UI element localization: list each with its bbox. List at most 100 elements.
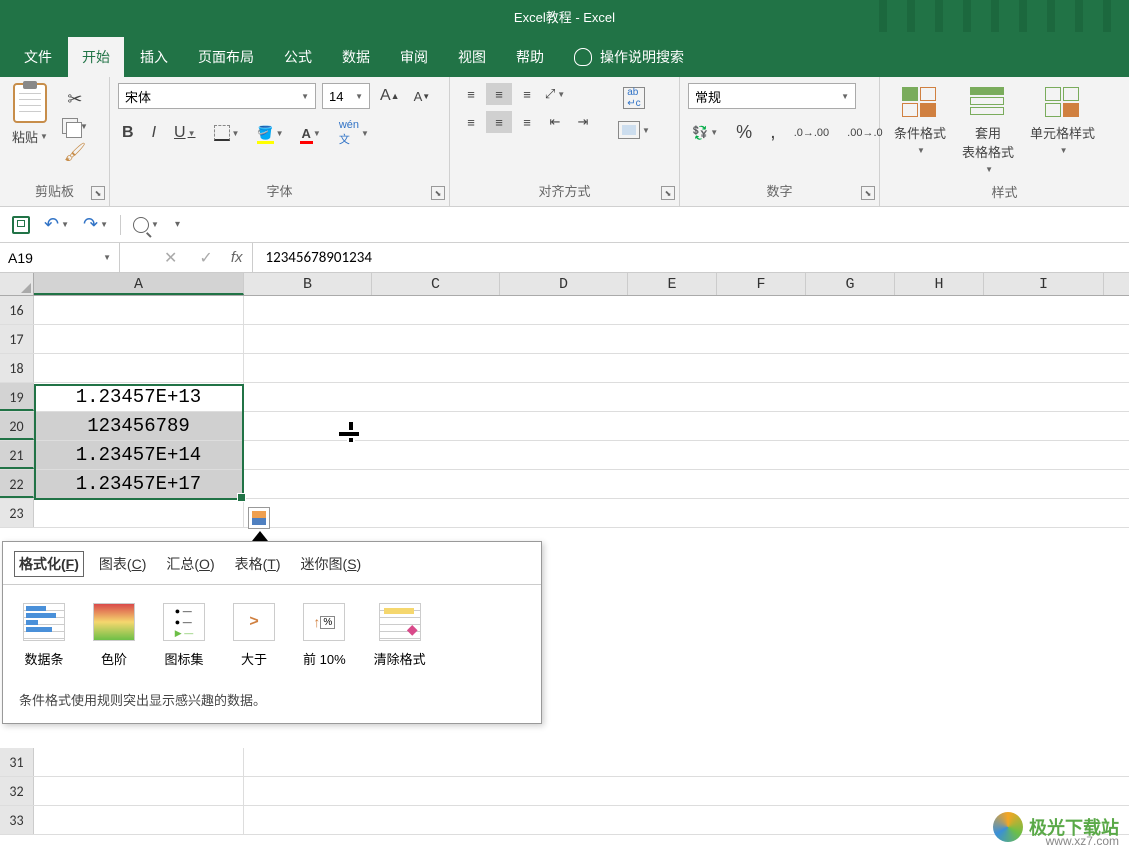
col-header-B[interactable]: B xyxy=(244,273,372,295)
cell-A21[interactable]: 1.23457E+14 xyxy=(34,441,244,469)
menu-data[interactable]: 数据 xyxy=(328,37,384,77)
qa-option-databars[interactable]: 数据条 xyxy=(23,603,65,668)
qa-option-iconset[interactable]: ● —● —▶ — 图标集 xyxy=(163,603,205,668)
print-preview-button[interactable]: ▼ xyxy=(131,215,161,235)
alignment-launcher[interactable]: ⬊ xyxy=(661,186,675,200)
menu-tell-me[interactable]: 操作说明搜索 xyxy=(560,37,698,77)
qa-option-clear[interactable]: ◆ 清除格式 xyxy=(374,603,426,668)
font-size-select[interactable]: 14▼ xyxy=(322,83,370,109)
save-button[interactable] xyxy=(10,214,32,236)
menu-review[interactable]: 审阅 xyxy=(386,37,442,77)
row-header[interactable]: 21 xyxy=(0,441,34,469)
align-middle-button[interactable]: ≡ xyxy=(486,83,512,105)
menu-view[interactable]: 视图 xyxy=(444,37,500,77)
row-header[interactable]: 32 xyxy=(0,777,34,805)
cell-A20[interactable]: 123456789 xyxy=(34,412,244,440)
decrease-font-button[interactable]: A▼ xyxy=(410,87,435,106)
select-all-corner[interactable] xyxy=(0,273,34,295)
cell[interactable] xyxy=(34,777,244,805)
qat-customize-button[interactable]: ▾ xyxy=(171,217,182,232)
row-header[interactable]: 20 xyxy=(0,412,34,440)
increase-indent-button[interactable]: ⇥ xyxy=(570,111,596,133)
row-header[interactable]: 33 xyxy=(0,806,34,834)
qa-tab-tables[interactable]: 表格(T)表格(T) xyxy=(235,554,281,574)
qa-option-top10[interactable]: ↑% 前 10% xyxy=(303,603,346,668)
qa-tab-totals[interactable]: 汇总(O)汇总(O) xyxy=(166,554,214,574)
menu-formulas[interactable]: 公式 xyxy=(270,37,326,77)
orientation-button[interactable]: ⤢▼ xyxy=(542,83,568,105)
col-header-F[interactable]: F xyxy=(717,273,806,295)
col-header-D[interactable]: D xyxy=(500,273,628,295)
menu-file[interactable]: 文件 xyxy=(10,37,66,77)
format-painter-button[interactable]: 🖌 xyxy=(58,140,92,165)
phonetic-button[interactable]: wén文▼ xyxy=(335,117,373,149)
formula-input[interactable]: 12345678901234 xyxy=(253,249,1129,267)
qa-tab-formatting[interactable]: 格式化(F)格式化(F) xyxy=(14,551,84,577)
decrease-indent-button[interactable]: ⇤ xyxy=(542,111,568,133)
align-bottom-button[interactable]: ≡ xyxy=(514,83,540,105)
align-left-button[interactable]: ≡ xyxy=(458,111,484,133)
copy-button[interactable]: ▼ xyxy=(58,116,92,136)
cell[interactable] xyxy=(34,499,244,527)
cell-styles-button[interactable]: 单元格样式▼ xyxy=(1024,83,1101,159)
number-launcher[interactable]: ⬊ xyxy=(861,186,875,200)
percent-button[interactable]: % xyxy=(732,120,756,145)
align-right-button[interactable]: ≡ xyxy=(514,111,540,133)
col-header-C[interactable]: C xyxy=(372,273,500,295)
spreadsheet-grid[interactable]: A B C D E F G H I 16 17 18 191.23457E+13… xyxy=(0,273,1129,835)
font-launcher[interactable]: ⬊ xyxy=(431,186,445,200)
menu-help[interactable]: 帮助 xyxy=(502,37,558,77)
redo-button[interactable]: ↷▼ xyxy=(81,212,110,237)
font-name-select[interactable]: 宋体▼ xyxy=(118,83,316,109)
col-header-I[interactable]: I xyxy=(984,273,1104,295)
paste-button[interactable]: 粘贴▼ xyxy=(8,125,52,148)
cell[interactable] xyxy=(34,354,244,382)
comma-button[interactable]: , xyxy=(766,119,780,146)
enter-formula-button[interactable]: ✓ xyxy=(195,246,216,270)
currency-button[interactable]: 💱▼ xyxy=(688,123,722,143)
row-header[interactable]: 22 xyxy=(0,470,34,498)
col-header-E[interactable]: E xyxy=(628,273,717,295)
cell[interactable] xyxy=(34,296,244,324)
row-header[interactable]: 18 xyxy=(0,354,34,382)
menu-insert[interactable]: 插入 xyxy=(126,37,182,77)
cell[interactable] xyxy=(34,325,244,353)
cell[interactable] xyxy=(34,748,244,776)
menu-home[interactable]: 开始 xyxy=(68,37,124,77)
row-header[interactable]: 23 xyxy=(0,499,34,527)
col-header-H[interactable]: H xyxy=(895,273,984,295)
cell-A19[interactable]: 1.23457E+13 xyxy=(34,383,244,411)
fill-color-button[interactable]: 🪣▼ xyxy=(253,123,287,143)
conditional-format-button[interactable]: 条件格式▼ xyxy=(888,83,952,159)
bold-button[interactable]: B xyxy=(118,122,138,144)
row-header[interactable]: 16 xyxy=(0,296,34,324)
paste-icon[interactable] xyxy=(13,83,47,123)
clipboard-launcher[interactable]: ⬊ xyxy=(91,186,105,200)
qa-tab-charts[interactable]: 图表(C)图表(C) xyxy=(99,554,146,574)
align-center-button[interactable]: ≡ xyxy=(486,111,512,133)
row-header[interactable]: 17 xyxy=(0,325,34,353)
border-button[interactable]: ▼ xyxy=(210,123,244,143)
qa-tab-sparklines[interactable]: 迷你图(S)迷你图(S) xyxy=(301,554,362,574)
font-color-button[interactable]: A▼ xyxy=(298,124,325,143)
cell[interactable] xyxy=(34,806,244,834)
increase-decimal-button[interactable]: .0→.00 xyxy=(790,125,833,141)
undo-button[interactable]: ↶▼ xyxy=(42,212,71,237)
cut-button[interactable]: ✂ xyxy=(58,87,92,112)
increase-font-button[interactable]: A▲ xyxy=(376,85,404,107)
row-header[interactable]: 19 xyxy=(0,383,34,411)
italic-button[interactable]: I xyxy=(148,122,160,144)
number-format-select[interactable]: 常规▼ xyxy=(688,83,856,109)
cell-A22[interactable]: 1.23457E+17 xyxy=(34,470,244,498)
menu-page-layout[interactable]: 页面布局 xyxy=(184,37,268,77)
col-header-G[interactable]: G xyxy=(806,273,895,295)
wrap-text-button[interactable]: ab↵c xyxy=(614,85,654,111)
col-header-A[interactable]: A xyxy=(34,273,244,295)
quick-analysis-button[interactable] xyxy=(248,507,270,529)
name-box[interactable]: A19▼ xyxy=(0,243,120,272)
underline-button[interactable]: U▼ xyxy=(170,122,199,144)
merge-button[interactable]: ▼ xyxy=(614,119,654,141)
qa-option-greater-than[interactable]: > 大于 xyxy=(233,603,275,668)
cancel-formula-button[interactable]: ✕ xyxy=(160,246,181,270)
align-top-button[interactable]: ≡ xyxy=(458,83,484,105)
